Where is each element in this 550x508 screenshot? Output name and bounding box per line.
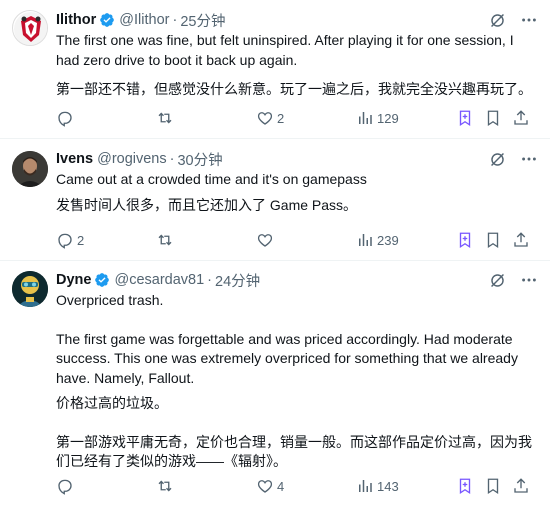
tweet-dyne[interactable]: Dyne @cesardav81 · 24分钟 Overpriced trash…	[0, 261, 550, 508]
avatar[interactable]	[12, 151, 48, 187]
separator-dot: ·	[172, 12, 178, 28]
bookmark-plus-button[interactable]	[456, 231, 484, 249]
more-icon[interactable]	[520, 271, 538, 289]
tweet-text-zh: 第一部游戏平庸无奇，定价也合理，销量一般。而这部作品定价过高，因为我们已经有了类…	[56, 433, 532, 470]
views-button[interactable]: 239	[356, 231, 456, 249]
views-icon	[359, 112, 372, 124]
like-button[interactable]	[256, 231, 356, 249]
bookmark-button[interactable]	[484, 109, 512, 127]
author-name[interactable]: Ivens	[56, 151, 93, 167]
share-button[interactable]	[512, 109, 532, 127]
share-icon	[514, 478, 528, 493]
bookmark-button[interactable]	[484, 231, 512, 249]
verified-badge-icon	[99, 12, 115, 28]
views-icon	[359, 480, 372, 492]
share-icon	[514, 110, 528, 125]
share-icon	[514, 232, 528, 247]
tweet-text-en: The first one was fine, but felt uninspi…	[56, 32, 514, 68]
reply-button[interactable]	[56, 477, 156, 495]
repost-button[interactable]	[156, 477, 256, 495]
bookmark-plus-button[interactable]	[456, 109, 484, 127]
bookmark-plus-button[interactable]	[456, 477, 484, 495]
tweet-text-zh: 发售时间人很多，而且它还加入了 Game Pass。	[56, 196, 358, 213]
author-name[interactable]: Dyne	[56, 272, 91, 288]
avatar[interactable]	[12, 10, 48, 46]
separator-dot: ·	[169, 151, 175, 167]
like-button[interactable]: 4	[256, 477, 356, 495]
tweet-text-en: The first game was forgettable and was p…	[56, 330, 518, 386]
repost-icon	[158, 480, 172, 492]
bookmark-plus-icon	[459, 478, 471, 495]
author-handle[interactable]: @Ilithor	[119, 12, 169, 28]
views-icon	[359, 234, 372, 246]
verified-badge-icon	[94, 272, 110, 288]
share-button[interactable]	[512, 231, 532, 249]
author-handle[interactable]: @rogivens	[97, 151, 167, 167]
tweet-text-en: Overpriced trash.	[56, 292, 164, 308]
reply-icon	[58, 479, 72, 495]
bookmark-plus-icon	[459, 110, 471, 127]
grok-icon[interactable]	[488, 150, 506, 168]
timestamp[interactable]: 25分钟	[180, 10, 225, 31]
author-name[interactable]: Ilithor	[56, 12, 96, 28]
bookmark-icon	[487, 478, 499, 495]
bookmark-icon	[487, 110, 499, 127]
like-icon	[257, 234, 273, 247]
tweet-ivens[interactable]: Ivens @rogivens · 30分钟 Came out at a cro…	[0, 139, 550, 261]
repost-button[interactable]	[156, 109, 256, 127]
tweet-ilithor[interactable]: Ilithor @Ilithor · 25分钟 The first one wa…	[0, 0, 550, 139]
views-button[interactable]: 143	[356, 477, 456, 495]
grok-icon[interactable]	[488, 271, 506, 289]
like-icon	[257, 480, 273, 493]
bookmark-plus-icon	[459, 232, 471, 249]
author-handle[interactable]: @cesardav81	[114, 272, 204, 288]
grok-icon[interactable]	[488, 11, 506, 29]
tweet-text-en: Came out at a crowded time and it's on g…	[56, 171, 367, 187]
tweet-text-zh: 第一部还不错，但感觉没什么新意。玩了一遍之后，我就完全没兴趣再玩了。	[56, 81, 532, 97]
share-button[interactable]	[512, 477, 532, 495]
avatar[interactable]	[12, 271, 48, 307]
reply-icon	[58, 233, 72, 249]
more-icon[interactable]	[520, 11, 538, 29]
views-button[interactable]: 129	[356, 109, 456, 127]
separator-dot: ·	[207, 272, 212, 288]
repost-button[interactable]	[156, 231, 256, 249]
repost-icon	[158, 112, 172, 124]
like-icon	[257, 112, 273, 125]
like-button[interactable]: 2	[256, 109, 356, 127]
more-icon[interactable]	[520, 150, 538, 168]
bookmark-icon	[487, 232, 499, 249]
timestamp[interactable]: 24分钟	[215, 270, 260, 291]
reply-icon	[58, 111, 72, 127]
timestamp[interactable]: 30分钟	[177, 149, 222, 170]
reply-button[interactable]: 2	[56, 231, 156, 249]
bookmark-button[interactable]	[484, 477, 512, 495]
reply-button[interactable]	[56, 109, 156, 127]
repost-icon	[158, 234, 172, 246]
tweet-text-zh: 价格过高的垃圾。	[56, 395, 168, 411]
